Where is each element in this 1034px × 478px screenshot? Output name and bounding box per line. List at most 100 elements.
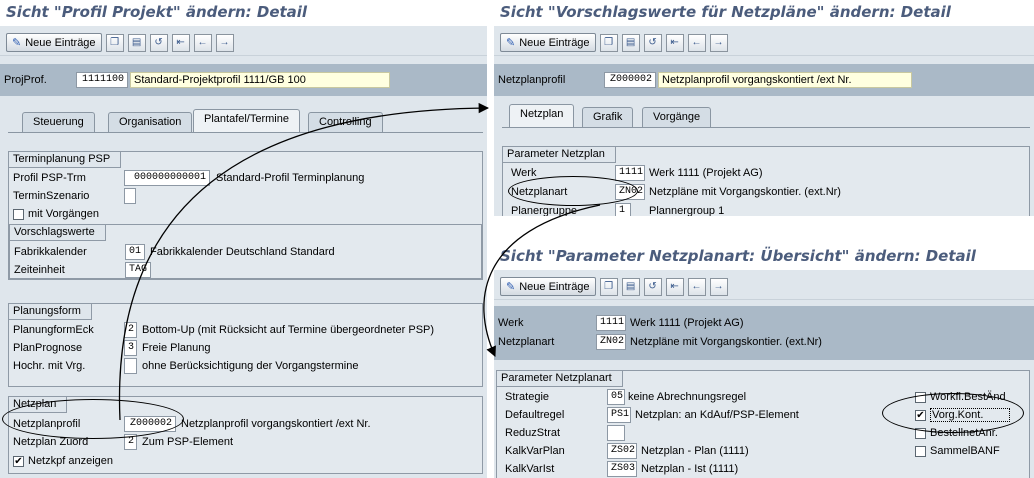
previous-page-icon[interactable]: ← — [193, 33, 212, 52]
werk-field[interactable]: 1111 — [596, 315, 626, 331]
copy-icon[interactable]: ❐ — [599, 33, 618, 52]
previous-page-icon[interactable]: ← — [687, 33, 706, 52]
highlight-ellipse-netzplanart — [508, 176, 638, 206]
reduzstrat-label: ReduzStrat — [505, 427, 561, 439]
toolbar: ✎ Neue Einträge ❐ ▤ ↺ ⇤ ← → — [494, 274, 1034, 300]
hochr-mit-vrg-label: Hochr. mit Vrg. — [13, 360, 86, 372]
strategie-field[interactable]: 05 — [607, 389, 625, 405]
panel-vorschlagswerte-netzplaene: Sicht "Vorschlagswerte für Netzpläne" än… — [494, 0, 1034, 216]
group-title: Vorschlagswerte — [10, 225, 106, 241]
tab-strip: Steuerung Organisation Plantafel/Termine… — [0, 108, 487, 132]
strategie-description: keine Abrechnungsregel — [628, 391, 747, 403]
netzplan-zuord-description: Zum PSP-Element — [142, 436, 234, 448]
reduzstrat-field[interactable] — [607, 425, 625, 441]
panel-profil-projekt: Sicht "Profil Projekt" ändern: Detail ✎ N… — [0, 0, 487, 478]
previous-page-icon[interactable]: ← — [687, 277, 706, 296]
projprof-description: Standard-Projektprofil 1111/GB 100 — [130, 72, 390, 88]
fabrikkalender-label: Fabrikkalender — [14, 246, 87, 258]
pen-icon: ✎ — [506, 37, 516, 49]
defaultregel-description: Netzplan: an KdAuf/PSP-Element — [635, 409, 799, 421]
group-title: Parameter Netzplan — [503, 147, 616, 163]
profil-psp-trm-label: Profil PSP-Trm — [13, 172, 86, 184]
kalkvarist-label: KalkVarIst — [505, 463, 555, 475]
planergruppe-field[interactable]: 1 — [615, 203, 631, 216]
netzplanprofil-description: Netzplanprofil vorgangskontiert /ext Nr. — [658, 72, 912, 88]
terminszenario-field[interactable] — [124, 188, 136, 204]
mit-vorgaengen-label: mit Vorgängen — [28, 208, 99, 220]
header-band: Werk 1111 Werk 1111 (Projekt AG) Netzpla… — [494, 306, 1034, 360]
projprof-field[interactable]: 1111100 — [76, 72, 128, 88]
kalkvarist-field[interactable]: ZS03 — [607, 461, 637, 477]
tab-grafik[interactable]: Grafik — [582, 107, 634, 127]
delete-icon[interactable]: ▤ — [621, 33, 640, 52]
group-title: Terminplanung PSP — [9, 152, 122, 168]
panel-parameter-netzplanart: Sicht "Parameter Netzplanart: Übersicht"… — [494, 244, 1034, 478]
first-page-icon[interactable]: ⇤ — [171, 33, 190, 52]
netzkpf-anzeigen-checkbox[interactable]: ✔ — [13, 455, 24, 467]
header-band: ProjProf. 1111100 Standard-Projektprofil… — [0, 64, 487, 96]
copy-icon[interactable]: ❐ — [105, 33, 124, 52]
window-title: Sicht "Vorschlagswerte für Netzpläne" än… — [494, 0, 1034, 26]
profil-psp-trm-field[interactable]: 000000000001 — [124, 170, 210, 186]
new-entries-button[interactable]: ✎ Neue Einträge — [6, 33, 102, 52]
first-page-icon[interactable]: ⇤ — [665, 277, 684, 296]
delete-icon[interactable]: ▤ — [621, 277, 640, 296]
hochr-mit-vrg-field[interactable] — [124, 358, 137, 374]
zeiteinheit-field[interactable]: TAG — [125, 262, 151, 278]
defaultregel-field[interactable]: PS1 — [607, 407, 631, 423]
window-title: Sicht "Parameter Netzplanart: Übersicht"… — [494, 244, 1034, 270]
netzplanart-description: Netzpläne mit Vorgangskontier. (ext.Nr) — [630, 336, 822, 348]
projprof-label: ProjProf. — [4, 74, 47, 86]
next-page-icon[interactable]: → — [709, 33, 728, 52]
tab-controlling[interactable]: Controlling — [308, 112, 383, 132]
netzplanprofil-label: Netzplanprofil — [498, 74, 566, 86]
werk-field[interactable]: 1111 — [615, 165, 645, 181]
tab-vorgaenge[interactable]: Vorgänge — [642, 107, 712, 127]
tab-plantafel-termine[interactable]: Plantafel/Termine — [193, 109, 300, 132]
pen-icon: ✎ — [506, 281, 516, 293]
new-entries-button[interactable]: ✎ Neue Einträge — [500, 277, 596, 296]
terminszenario-label: TerminSzenario — [13, 190, 90, 202]
werk-description: Werk 1111 (Projekt AG) — [649, 167, 763, 179]
undo-icon[interactable]: ↺ — [643, 277, 662, 296]
group-planungsform: Planungsform PlanungformEck 2 Bottom-Up … — [8, 303, 483, 387]
window-title: Sicht "Profil Projekt" ändern: Detail — [0, 0, 487, 26]
netzplanprofil-field[interactable]: Z000002 — [604, 72, 656, 88]
header-band: Netzplanprofil Z000002 Netzplanprofil vo… — [494, 64, 1034, 96]
fabrikkalender-field[interactable]: 01 — [125, 244, 145, 260]
highlight-ellipse-vorg-kont — [882, 393, 1024, 433]
strategie-label: Strategie — [505, 391, 550, 403]
profil-psp-trm-description: Standard-Profil Terminplanung — [216, 172, 365, 184]
werk-label: Werk — [498, 317, 524, 329]
kalkvarplan-label: KalkVarPlan — [505, 445, 565, 457]
sammelbanf-checkbox[interactable] — [915, 445, 926, 457]
mit-vorgaengen-checkbox[interactable] — [13, 208, 24, 220]
new-entries-button[interactable]: ✎ Neue Einträge — [500, 33, 596, 52]
first-page-icon[interactable]: ⇤ — [665, 33, 684, 52]
planungformeck-label: PlanungformEck — [13, 324, 94, 336]
planprognose-label: PlanPrognose — [13, 342, 83, 354]
netzplanart-field[interactable]: ZN02 — [596, 334, 626, 350]
next-page-icon[interactable]: → — [215, 33, 234, 52]
zeiteinheit-label: Zeiteinheit — [14, 264, 65, 276]
undo-icon[interactable]: ↺ — [643, 33, 662, 52]
toolbar: ✎ Neue Einträge ❐ ▤ ↺ ⇤ ← → — [494, 30, 1034, 56]
sammelbanf-label: SammelBANF — [930, 445, 1000, 457]
planprognose-field[interactable]: 3 — [124, 340, 137, 356]
copy-icon[interactable]: ❐ — [599, 277, 618, 296]
planungformeck-field[interactable]: 2 — [124, 322, 137, 338]
undo-icon[interactable]: ↺ — [149, 33, 168, 52]
highlight-ellipse-netzplanprofil — [2, 399, 184, 439]
tab-steuerung[interactable]: Steuerung — [22, 112, 95, 132]
werk-description: Werk 1111 (Projekt AG) — [630, 317, 744, 329]
tab-organisation[interactable]: Organisation — [108, 112, 193, 132]
group-terminplanung-psp: Terminplanung PSP Profil PSP-Trm 0000000… — [8, 151, 483, 280]
pen-icon: ✎ — [12, 37, 22, 49]
next-page-icon[interactable]: → — [709, 277, 728, 296]
delete-icon[interactable]: ▤ — [127, 33, 146, 52]
netzplanart-label: Netzplanart — [498, 336, 555, 348]
group-title: Planungsform — [9, 304, 92, 320]
kalkvarplan-field[interactable]: ZS02 — [607, 443, 637, 459]
planergruppe-description: Plannergroup 1 — [649, 205, 725, 216]
tab-netzplan[interactable]: Netzplan — [509, 104, 575, 127]
